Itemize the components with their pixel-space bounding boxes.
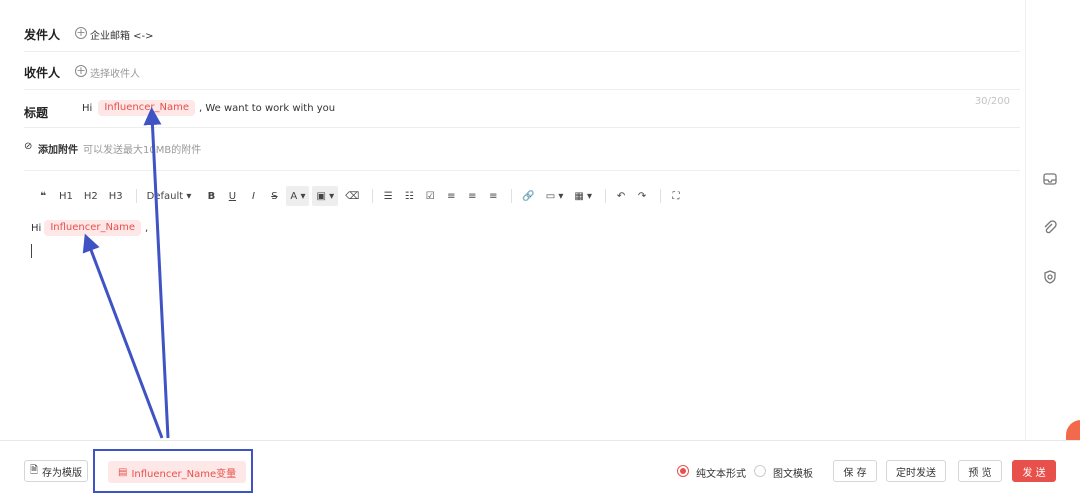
text-color-button[interactable]: A ▾	[286, 186, 310, 206]
send-button[interactable]: 发 送	[1012, 460, 1056, 482]
template-icon: 🗎	[29, 464, 39, 476]
plain-text-label[interactable]: 纯文本形式	[696, 465, 746, 480]
attachment-hint: 可以发送最大10MB的附件	[83, 145, 202, 156]
editor-body[interactable]: Hi Influencer_Name ,	[31, 220, 148, 236]
clear-format-icon[interactable]: ⌫	[341, 186, 363, 206]
toolbar-divider	[605, 189, 607, 203]
rich-template-label[interactable]: 图文模板	[773, 465, 813, 480]
paperclip-icon[interactable]: ⊘	[24, 141, 32, 152]
insert-variable-button[interactable]: ▤ Influencer_Name变量	[108, 461, 247, 483]
arrow-to-editor-variable	[82, 233, 164, 439]
add-sender-icon[interactable]: +	[75, 27, 87, 39]
rich-template-radio[interactable]	[754, 465, 766, 477]
recipient-input[interactable]: 选择收件人	[90, 65, 140, 80]
recipient-row: 收件人 + 选择收件人	[24, 52, 1020, 90]
save-template-label: 存为模版	[42, 467, 83, 479]
insert-variable-label: Influencer_Name变量	[131, 468, 237, 480]
side-panel-divider	[1025, 0, 1026, 440]
editor-greeting: Hi	[31, 222, 42, 234]
redo-icon[interactable]: ↷	[633, 186, 651, 206]
undo-icon[interactable]: ↶	[612, 186, 630, 206]
subject-prefix: Hi	[82, 102, 93, 114]
subject-label: 标题	[24, 106, 49, 120]
composer-footer: 🗎 存为模版 ▤ Influencer_Name变量 纯文本形式 图文模板 保 …	[0, 440, 1080, 504]
sender-value[interactable]: 企业邮箱 <->	[90, 27, 154, 42]
sender-row: 发件人 + 企业邮箱 <->	[24, 14, 1020, 52]
recipient-label: 收件人	[24, 66, 61, 80]
underline-button[interactable]: U	[223, 186, 241, 206]
plain-text-radio[interactable]	[677, 465, 689, 477]
subject-variable-chip[interactable]: Influencer_Name	[98, 100, 195, 116]
bullet-list-icon[interactable]: ☰	[379, 186, 397, 206]
subject-row[interactable]: 标题 Hi Influencer_Name , We want to work …	[24, 90, 1020, 128]
subject-counter: 30/200	[974, 96, 1010, 107]
subject-input[interactable]: Hi Influencer_Name , We want to work wit…	[82, 100, 335, 116]
inbox-icon[interactable]	[1041, 170, 1059, 188]
todo-list-icon[interactable]: ☑	[421, 186, 439, 206]
align-left-icon[interactable]: ≡	[442, 186, 460, 206]
schedule-send-button[interactable]: 定时发送	[886, 460, 946, 482]
subject-suffix: , We want to work with you	[199, 102, 336, 114]
heading2-button[interactable]: H2	[80, 186, 102, 206]
toolbar-divider	[660, 189, 662, 203]
attachment-row: ⊘ 添加附件 可以发送最大10MB的附件	[24, 128, 1020, 171]
align-right-icon[interactable]: ≡	[484, 186, 502, 206]
editor-variable-chip[interactable]: Influencer_Name	[44, 220, 141, 236]
italic-button[interactable]: I	[244, 186, 262, 206]
link-icon[interactable]: 🔗	[518, 186, 538, 206]
heading3-button[interactable]: H3	[105, 186, 127, 206]
toolbar-divider	[372, 189, 374, 203]
variable-icon: ▤	[118, 466, 128, 478]
editor-comma: ,	[145, 222, 149, 234]
quote-icon[interactable]: ❝	[34, 186, 52, 206]
fullscreen-icon[interactable]: ⛶	[667, 186, 685, 206]
background-color-button[interactable]: ▣ ▾	[312, 186, 339, 206]
save-button[interactable]: 保 存	[833, 460, 877, 482]
add-attachment-link[interactable]: 添加附件	[38, 141, 78, 156]
text-cursor	[31, 244, 32, 258]
preview-button[interactable]: 预 览	[958, 460, 1002, 482]
strikethrough-button[interactable]: S	[265, 186, 283, 206]
align-center-icon[interactable]: ≡	[463, 186, 481, 206]
sender-label: 发件人	[24, 28, 61, 42]
editor-toolbar: ❝ H1 H2 H3 Default ▾ B U I S A ▾ ▣ ▾ ⌫ ☰…	[34, 186, 688, 206]
numbered-list-icon[interactable]: ☷	[400, 186, 418, 206]
image-icon[interactable]: ▭ ▾	[542, 186, 568, 206]
shield-icon[interactable]	[1041, 268, 1059, 286]
attachment-icon[interactable]	[1041, 219, 1059, 237]
email-composer: 发件人 + 企业邮箱 <-> 收件人 + 选择收件人 标题 Hi Influen…	[0, 0, 1080, 504]
heading1-button[interactable]: H1	[55, 186, 77, 206]
font-family-select[interactable]: Default ▾	[143, 186, 196, 206]
toolbar-divider	[511, 189, 513, 203]
add-recipient-icon[interactable]: +	[75, 65, 87, 77]
bold-button[interactable]: B	[202, 186, 220, 206]
save-template-button[interactable]: 🗎 存为模版	[24, 460, 88, 482]
toolbar-divider	[135, 189, 137, 203]
table-icon[interactable]: ▦ ▾	[570, 186, 596, 206]
